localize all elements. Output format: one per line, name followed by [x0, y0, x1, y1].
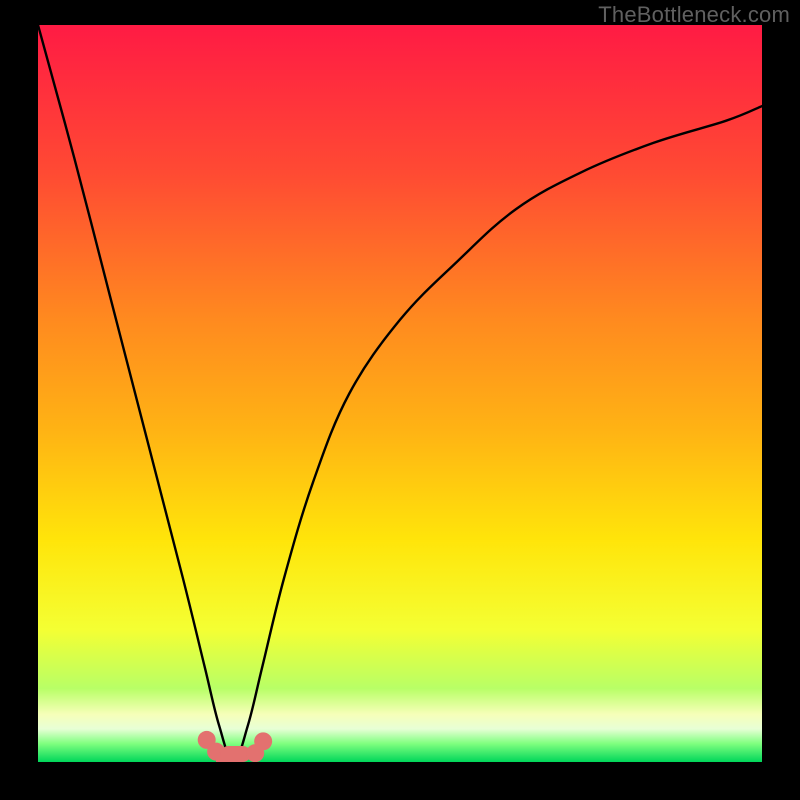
background-rect — [38, 25, 762, 762]
watermark-text: TheBottleneck.com — [598, 2, 790, 28]
chart-plot-area — [38, 25, 762, 762]
chart-svg — [38, 25, 762, 762]
chart-stage: TheBottleneck.com — [0, 0, 800, 800]
